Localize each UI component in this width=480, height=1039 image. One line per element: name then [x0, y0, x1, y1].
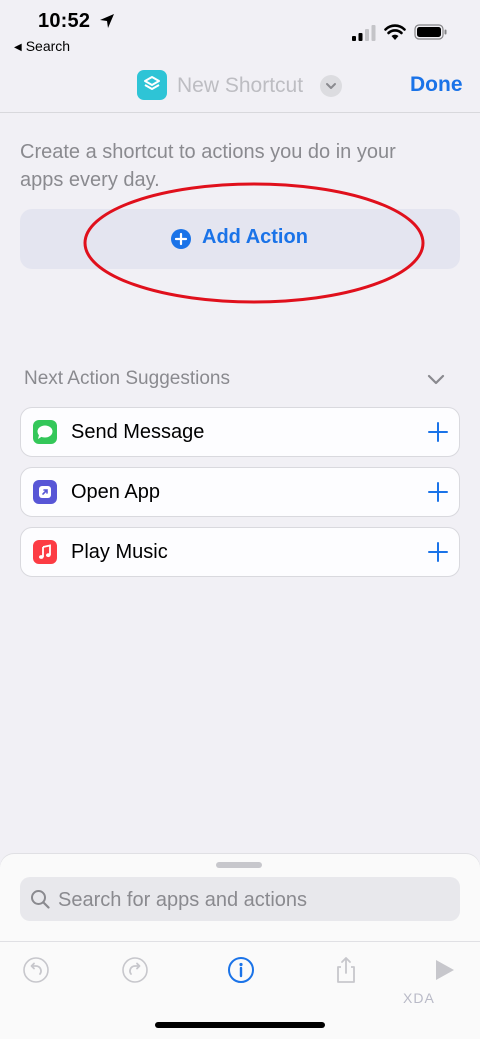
wifi-icon: [384, 24, 406, 40]
intro-text: Create a shortcut to actions you do in y…: [20, 141, 396, 191]
chevron-down-icon: [326, 83, 336, 89]
open-app-glyph: [39, 486, 51, 498]
speech-bubble-glyph: [37, 425, 53, 439]
back-to-app-link[interactable]: ◀ Search: [14, 38, 70, 54]
cellular-signal-icon: [352, 25, 376, 41]
add-suggestion-icon[interactable]: [425, 419, 451, 445]
open-app-icon: [33, 480, 57, 504]
search-placeholder: Search for apps and actions: [58, 889, 308, 911]
add-action-button[interactable]: Add Action: [20, 209, 460, 269]
add-suggestion-icon[interactable]: [425, 539, 451, 565]
search-field[interactable]: Search for apps and actions: [20, 877, 460, 921]
navigation-bar: New Shortcut Done: [0, 62, 480, 113]
screen: 10:52 ◀ Search New Shortcut Done Create …: [0, 0, 480, 1039]
suggestion-send-message[interactable]: Send Message: [20, 407, 460, 457]
xda-watermark: XDA: [403, 990, 435, 1006]
undo-icon[interactable]: [22, 956, 50, 984]
redo-icon[interactable]: [121, 956, 149, 984]
actions-bottom-sheet: Search for apps and actions: [0, 854, 480, 1039]
location-arrow-icon: [100, 14, 114, 28]
messages-icon: [33, 420, 57, 444]
search-icon: [31, 890, 50, 909]
layers-icon: [144, 76, 160, 90]
suggestion-label: Play Music: [71, 541, 168, 563]
title-menu-button[interactable]: [320, 75, 342, 97]
collapse-chevron-icon[interactable]: [426, 372, 446, 386]
sheet-grabber[interactable]: [216, 862, 262, 868]
music-note-glyph: [39, 544, 51, 559]
plus-circle-icon: [171, 229, 191, 249]
done-button[interactable]: Done: [410, 73, 463, 97]
plus-glyph: [174, 232, 188, 246]
shortcut-app-icon[interactable]: [137, 70, 167, 100]
play-icon[interactable]: [430, 956, 458, 984]
info-icon[interactable]: [227, 956, 255, 984]
add-suggestion-icon[interactable]: [425, 479, 451, 505]
home-indicator[interactable]: [155, 1022, 325, 1028]
add-action-label: Add Action: [202, 226, 308, 248]
status-time: 10:52: [38, 10, 91, 32]
music-icon: [33, 540, 57, 564]
suggestion-play-music[interactable]: Play Music: [20, 527, 460, 577]
share-icon[interactable]: [332, 956, 360, 984]
shortcut-title[interactable]: New Shortcut: [177, 74, 303, 98]
suggestions-header: Next Action Suggestions: [24, 368, 230, 389]
battery-icon: [414, 24, 447, 40]
suggestion-open-app[interactable]: Open App: [20, 467, 460, 517]
suggestion-label: Open App: [71, 481, 160, 503]
back-triangle-icon: ◀: [14, 42, 22, 53]
status-bar: 10:52 ◀ Search: [0, 0, 480, 60]
suggestion-label: Send Message: [71, 421, 205, 443]
back-app-label: Search: [25, 38, 71, 54]
